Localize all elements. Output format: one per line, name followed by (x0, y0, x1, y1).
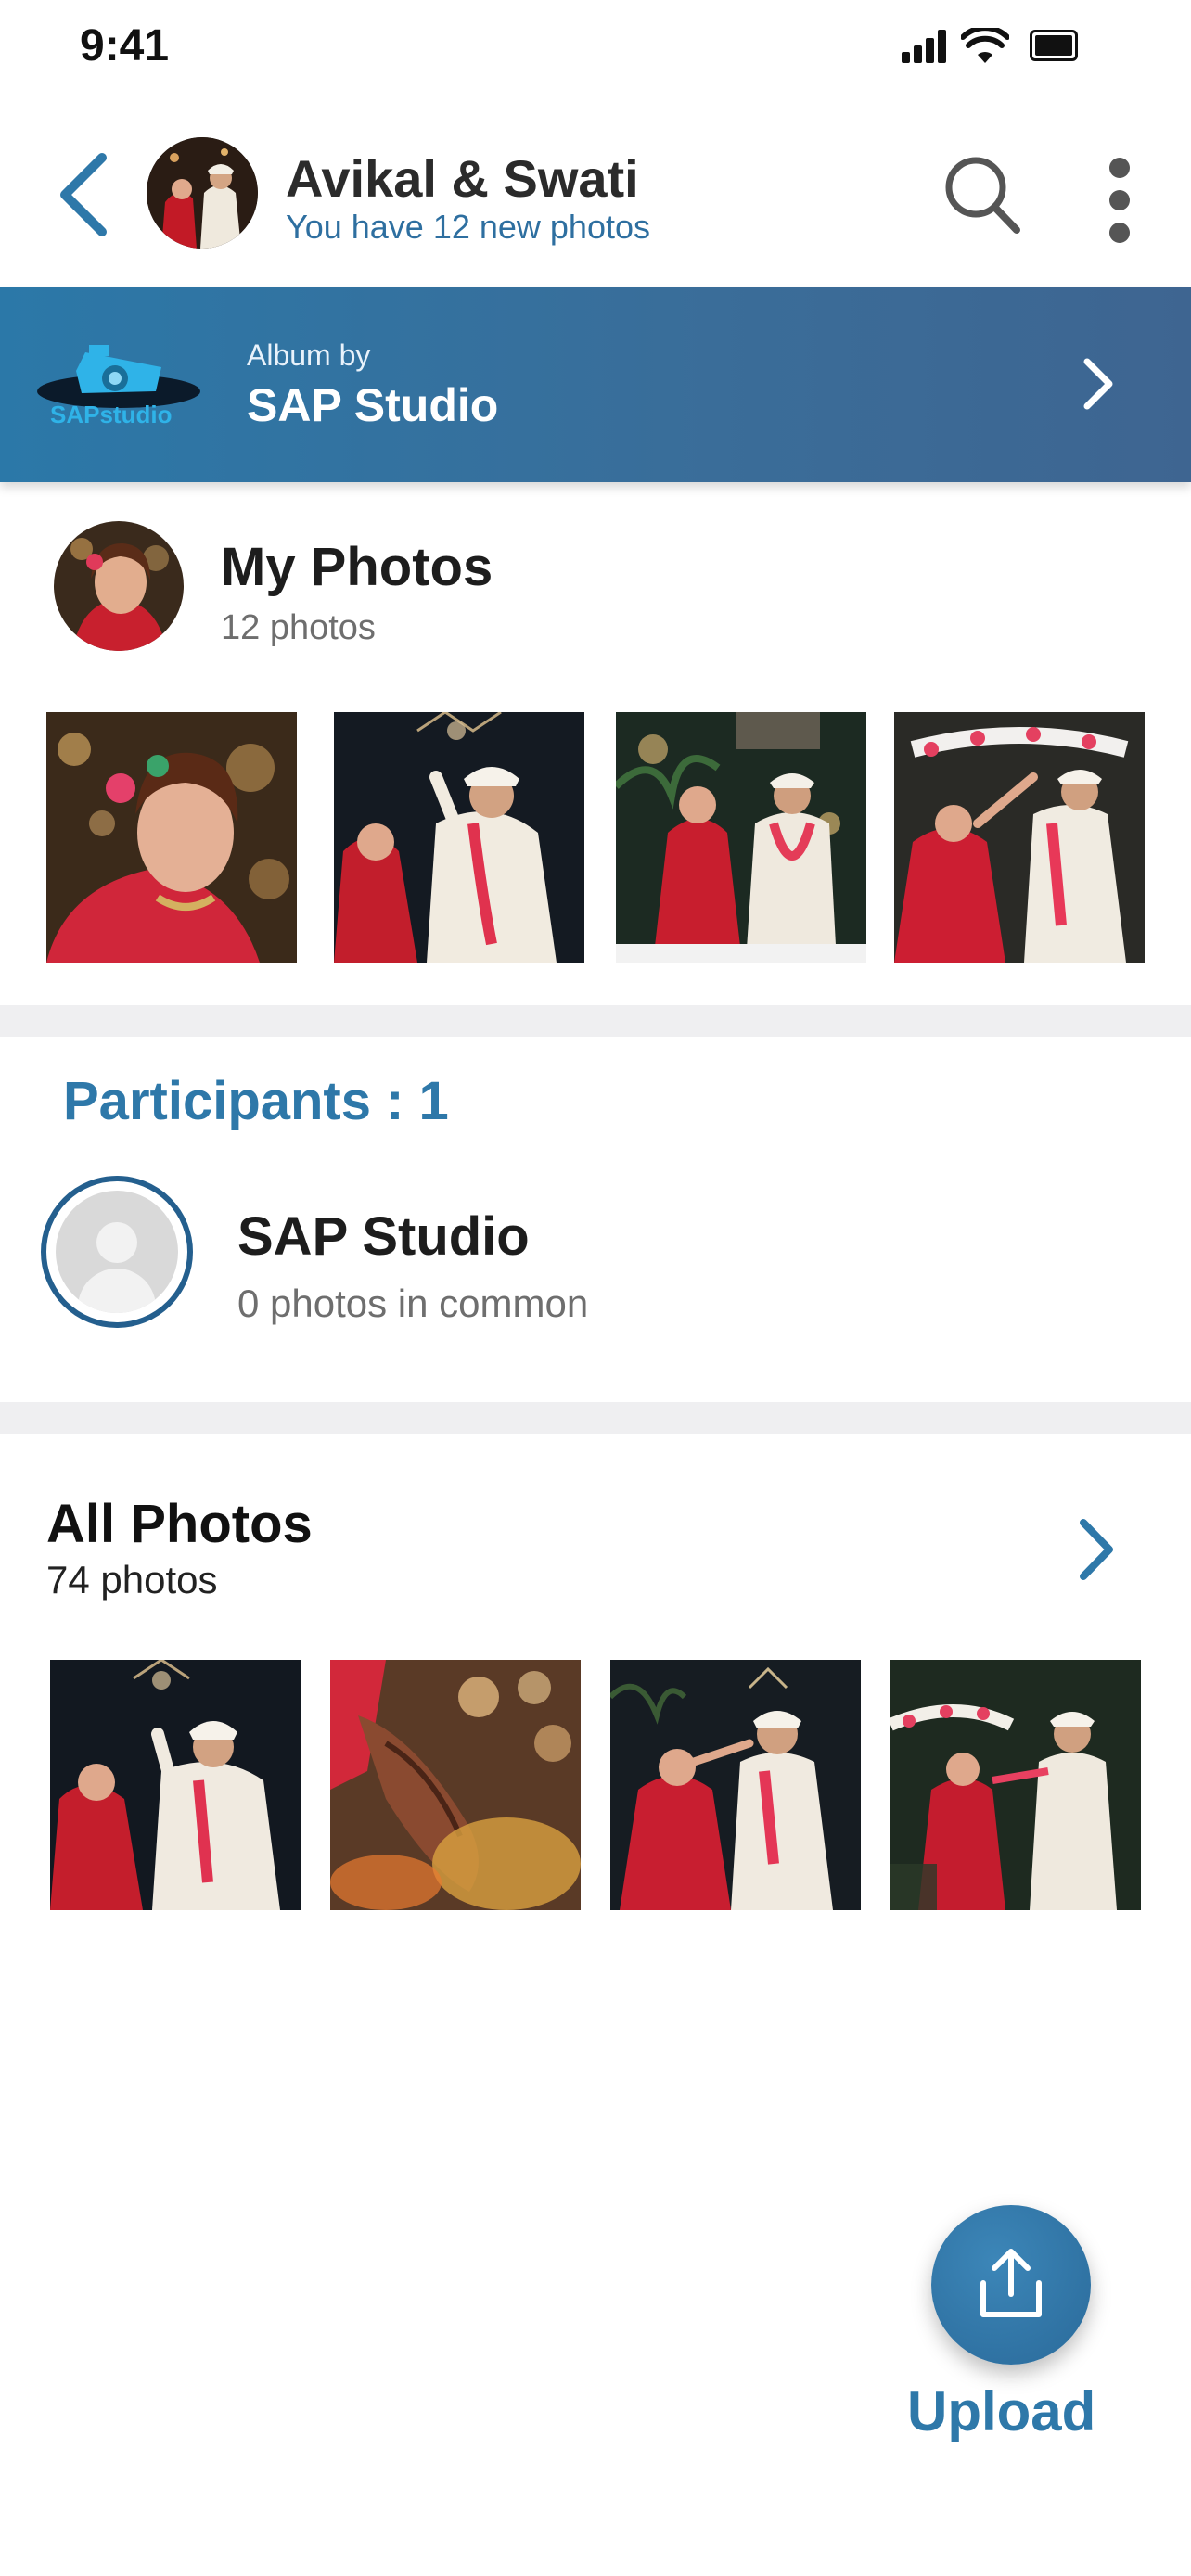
back-arrow-icon[interactable] (54, 148, 109, 241)
banner-studio-name: SAP Studio (247, 379, 499, 431)
all-photo-thumbnail[interactable] (890, 1660, 1141, 1910)
my-photos-count: 12 photos (221, 608, 376, 647)
my-photos-avatar[interactable] (54, 521, 184, 651)
participant-name: SAP Studio (237, 1206, 530, 1267)
all-photo-thumbnail[interactable] (50, 1660, 301, 1910)
my-photos-title: My Photos (221, 537, 493, 597)
studio-logo: SAPstudio (33, 334, 204, 436)
my-photo-thumbnail[interactable] (46, 712, 297, 963)
participant-photos-in-common: 0 photos in common (237, 1282, 589, 1325)
signal-icon (902, 30, 946, 63)
search-icon[interactable] (942, 154, 1022, 237)
my-photo-thumbnail[interactable] (334, 712, 584, 963)
section-divider (0, 1005, 1191, 1037)
album-subtitle: You have 12 new photos (286, 208, 650, 246)
upload-label[interactable]: Upload (907, 2379, 1095, 2443)
all-photos-title: All Photos (46, 1494, 313, 1554)
all-photos-chevron-icon[interactable] (1076, 1517, 1117, 1582)
my-photo-thumbnail[interactable] (894, 712, 1145, 963)
more-options-icon[interactable] (1104, 156, 1137, 245)
logo-text: SAPstudio (50, 401, 172, 428)
participant-avatar[interactable] (41, 1176, 193, 1328)
all-photo-thumbnail[interactable] (330, 1660, 581, 1910)
all-photo-thumbnail[interactable] (610, 1660, 861, 1910)
album-avatar[interactable] (147, 137, 258, 249)
all-photos-count: 74 photos (46, 1558, 218, 1601)
wifi-icon (961, 28, 1009, 63)
banner-caption: Album by (247, 338, 371, 372)
battery-icon (1030, 30, 1078, 61)
upload-button[interactable] (931, 2205, 1091, 2365)
upload-icon (980, 2249, 1042, 2317)
user-placeholder-icon (56, 1191, 178, 1313)
my-photo-thumbnail[interactable] (616, 712, 866, 963)
section-divider (0, 1402, 1191, 1434)
chevron-right-icon[interactable] (1080, 356, 1117, 412)
album-title: Avikal & Swati (286, 149, 639, 208)
participants-title: Participants : 1 (63, 1071, 449, 1131)
status-time: 9:41 (80, 21, 170, 70)
